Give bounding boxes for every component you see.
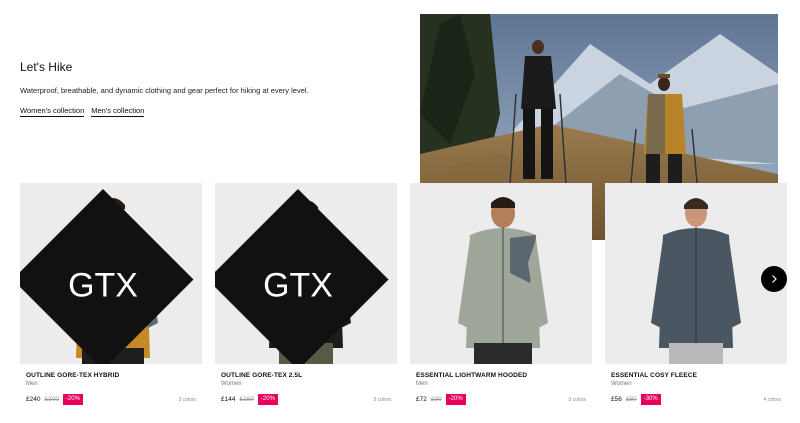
product-colors-count: 3 colors	[373, 396, 391, 403]
product-price: £240	[26, 396, 41, 403]
discount-badge: -20%	[257, 394, 278, 405]
product-gender: Women	[221, 381, 242, 387]
product-gender: Women	[611, 381, 632, 387]
product-old-price: £300	[44, 396, 59, 403]
product-card[interactable]: ESSENTIAL COSY FLEECE Women £56 £80 -30%…	[605, 183, 787, 413]
product-name: ESSENTIAL LIGHTWARM HOODED	[416, 372, 528, 379]
product-price: £56	[611, 396, 622, 403]
product-price: £144	[221, 396, 236, 403]
product-image	[410, 183, 592, 364]
mens-collection-link[interactable]: Men's collection	[91, 106, 145, 117]
hero-links: Women's collection Men's collection	[20, 106, 380, 117]
product-card[interactable]: GTX OUTLINE GORE-TEX 2.5L Women £144 £18…	[215, 183, 397, 413]
chevron-right-icon	[772, 275, 777, 283]
price-row: £56 £80 -30% 4 colors	[611, 394, 781, 405]
product-gender: Men	[26, 381, 38, 387]
svg-text:GTX: GTX	[68, 266, 138, 304]
discount-badge: -20%	[62, 394, 83, 405]
product-old-price: £90	[430, 396, 442, 403]
hero-subtitle: Waterproof, breathable, and dynamic clot…	[20, 86, 309, 95]
gore-tex-logo-icon: GTX	[20, 189, 194, 364]
product-image: GTX	[20, 183, 202, 364]
womens-collection-link[interactable]: Women's collection	[20, 106, 85, 117]
svg-text:GTX: GTX	[263, 266, 333, 304]
product-colors-count: 4 colors	[763, 396, 781, 403]
product-name: OUTLINE GORE-TEX HYBRID	[26, 372, 120, 379]
carousel-next-button[interactable]	[761, 266, 787, 292]
price-row: £144 £180 -20% 3 colors	[221, 394, 391, 405]
product-colors-count: 3 colors	[568, 396, 586, 403]
product-name: OUTLINE GORE-TEX 2.5L	[221, 372, 303, 379]
discount-badge: -20%	[445, 394, 466, 405]
product-name: ESSENTIAL COSY FLEECE	[611, 372, 698, 379]
hero-text: Let's Hike Waterproof, breathable, and d…	[20, 60, 380, 117]
product-card[interactable]: ESSENTIAL LIGHTWARM HOODED Men £72 £90 -…	[410, 183, 592, 413]
gore-tex-logo-icon: GTX	[215, 189, 389, 364]
price-row: £72 £90 -20% 3 colors	[416, 394, 586, 405]
product-card[interactable]: GTX OUTLINE GORE-TEX HYBRID Men £240 £30…	[20, 183, 202, 413]
product-old-price: £80	[625, 396, 637, 403]
product-gender: Men	[416, 381, 428, 387]
product-image: GTX	[215, 183, 397, 364]
product-carousel: GTX OUTLINE GORE-TEX HYBRID Men £240 £30…	[20, 183, 792, 413]
discount-badge: -30%	[640, 394, 661, 405]
product-colors-count: 3 colors	[178, 396, 196, 403]
product-price: £72	[416, 396, 427, 403]
hero-title: Let's Hike	[20, 60, 73, 74]
price-row: £240 £300 -20% 3 colors	[26, 394, 196, 405]
product-old-price: £180	[239, 396, 254, 403]
product-image	[605, 183, 787, 364]
